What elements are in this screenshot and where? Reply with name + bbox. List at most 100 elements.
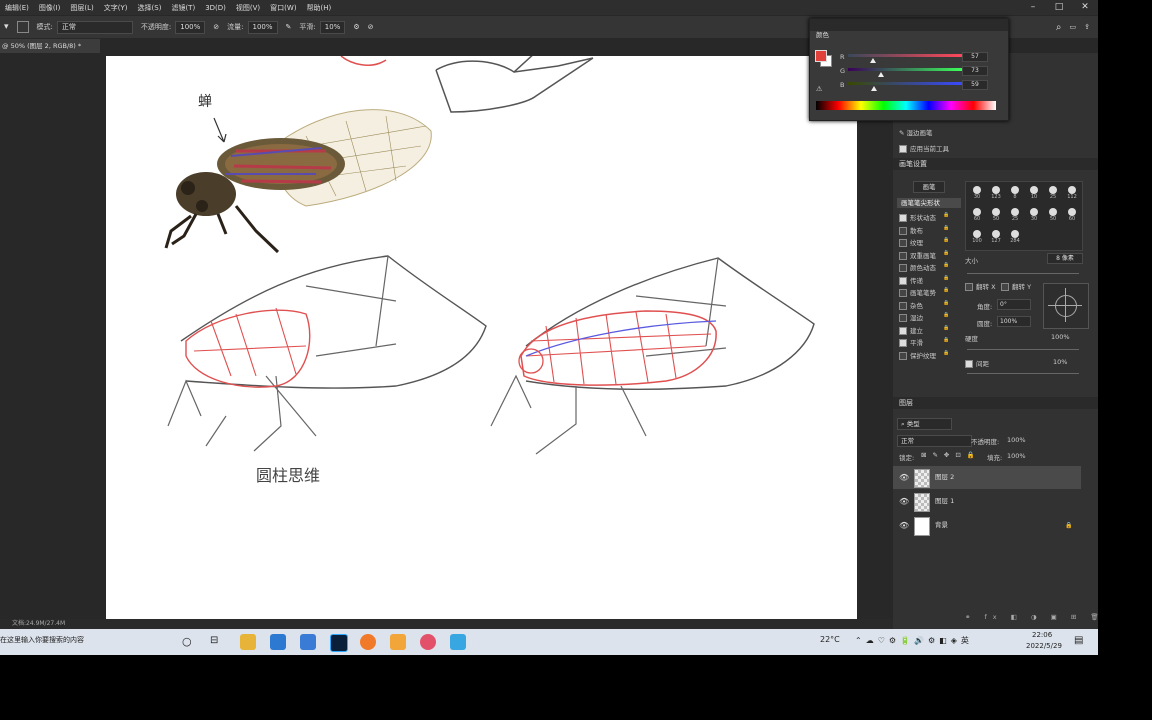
apply-tool-checkbox[interactable] <box>899 145 907 153</box>
lock-icons[interactable]: ⊠✎✥⊡🔒 <box>921 451 981 459</box>
lock-icon[interactable]: 🔒 <box>943 337 949 343</box>
b-slider-knob[interactable] <box>871 86 878 91</box>
brush-option-item[interactable]: 保护纹理 🔒 <box>899 350 961 363</box>
visibility-eye-icon[interactable]: 👁 <box>899 466 909 489</box>
g-value[interactable]: 73 <box>962 66 988 76</box>
brush-tip[interactable]: 112 <box>1063 184 1081 206</box>
brush-option-checkbox[interactable] <box>899 239 907 247</box>
apply-tool-row[interactable]: 应用当前工具 <box>899 143 949 153</box>
brush-tip[interactable]: 123 <box>987 184 1005 206</box>
brush-option-checkbox[interactable] <box>899 339 907 347</box>
brush-option-checkbox[interactable] <box>899 264 907 272</box>
lock-icon[interactable]: 🔒 <box>943 300 949 306</box>
menu-item[interactable]: 文字(Y) <box>99 3 133 13</box>
brush-tip[interactable]: 25 <box>1006 206 1024 228</box>
pressure-opacity-icon[interactable]: ⊘ <box>213 23 219 31</box>
drawing-canvas[interactable]: 蝉 圆柱思维 <box>106 56 857 619</box>
brush-tip[interactable]: 284 <box>1006 228 1024 250</box>
pressure-size-icon[interactable]: ⊘ <box>368 23 374 31</box>
cortana-icon[interactable]: ○ <box>182 635 192 648</box>
brush-tip[interactable]: 60 <box>968 206 986 228</box>
brush-tip[interactable]: 60 <box>1063 206 1081 228</box>
app-blue-icon[interactable] <box>450 634 466 650</box>
brush-option-item[interactable]: 湿边 🔒 <box>899 312 961 325</box>
r-slider[interactable] <box>848 54 962 57</box>
brush-option-item[interactable]: 杂色 🔒 <box>899 300 961 313</box>
maximize-icon[interactable]: □ <box>1046 0 1072 15</box>
visibility-eye-icon[interactable]: 👁 <box>899 514 909 537</box>
menu-item[interactable]: 视图(V) <box>231 3 265 13</box>
lock-icon[interactable]: 🔒 <box>943 237 949 243</box>
menu-item[interactable]: 图层(L) <box>65 3 98 13</box>
workspace-icon[interactable]: ▭ <box>1070 23 1077 31</box>
brush-option-checkbox[interactable] <box>899 326 907 335</box>
menu-item[interactable]: 3D(D) <box>200 4 231 12</box>
brush-tip[interactable]: 30 <box>1025 206 1043 228</box>
search-icon[interactable]: ⌕ <box>1056 22 1062 33</box>
brush-option-item[interactable]: 传递 🔒 <box>899 275 961 288</box>
brush-option-item[interactable]: 颜色动态 🔒 <box>899 262 961 275</box>
app-s-icon[interactable] <box>300 634 316 650</box>
b-value[interactable]: 59 <box>962 80 988 90</box>
layer-opacity-value[interactable]: 100% <box>1007 436 1026 444</box>
brush-tip[interactable]: 10 <box>1025 184 1043 206</box>
angle-value[interactable]: 0° <box>997 299 1031 310</box>
temperature-text[interactable]: 22°C <box>820 635 840 644</box>
flip-y-row[interactable]: 翻转 Y <box>1001 281 1031 291</box>
brush-tip-shape-item[interactable]: 画笔笔尖形状 <box>897 198 961 208</box>
menu-item[interactable]: 窗口(W) <box>265 3 301 13</box>
opacity-select[interactable]: 100% <box>175 20 206 34</box>
brush-option-checkbox[interactable] <box>899 251 907 260</box>
foreground-color-swatch[interactable] <box>815 50 827 62</box>
brush-option-item[interactable]: 双重画笔 🔒 <box>899 250 961 263</box>
brush-option-checkbox[interactable] <box>899 301 907 310</box>
lock-icon[interactable]: 🔒 <box>943 275 949 281</box>
settings-gear-icon[interactable]: ⚙ <box>353 23 359 31</box>
color-spectrum-bar[interactable] <box>816 101 996 110</box>
g-slider[interactable] <box>848 68 962 71</box>
g-slider-knob[interactable] <box>878 72 885 77</box>
brush-presets-button[interactable]: 画笔 <box>913 181 945 193</box>
lock-icon[interactable]: 🔒 <box>943 287 949 293</box>
size-slider[interactable] <box>967 273 1079 274</box>
layer-row[interactable]: 👁 背景 🔒 <box>893 514 1081 537</box>
app-w-icon[interactable] <box>390 634 406 650</box>
brush-option-checkbox[interactable] <box>899 276 907 285</box>
clock-date[interactable]: 2022/5/29 <box>1026 642 1062 650</box>
photoshop-taskbar-icon[interactable] <box>330 634 348 652</box>
brush-option-item[interactable]: 画笔笔势 🔒 <box>899 287 961 300</box>
flip-x-row[interactable]: 翻转 X <box>965 281 996 291</box>
browser-icon[interactable] <box>360 634 376 650</box>
flow-select[interactable]: 100% <box>247 20 278 34</box>
brush-option-checkbox[interactable] <box>899 226 907 235</box>
menu-item[interactable]: 选择(S) <box>133 3 167 13</box>
brush-tip-grid[interactable]: 30 123 8 10 25 112 60 50 25 30 50 60 100 127 284 <box>965 181 1083 251</box>
brush-option-item[interactable]: 散布 🔒 <box>899 225 961 238</box>
layer-actions-icons[interactable]: ⚭ fx ◧ ◑ ▣ ⊞ 🗑 <box>965 613 1098 621</box>
gamut-warning-icon[interactable]: ⚠ <box>816 85 822 93</box>
clock-time[interactable]: 22:06 <box>1032 631 1052 639</box>
lock-icon[interactable]: 🔒 <box>943 212 949 218</box>
blend-mode-select[interactable]: 正常 <box>897 435 972 447</box>
brush-option-checkbox[interactable] <box>899 289 907 297</box>
notification-icon[interactable]: ▤ <box>1074 635 1083 646</box>
menu-item[interactable]: 图像(I) <box>34 3 66 13</box>
store-icon[interactable] <box>270 634 286 650</box>
airbrush-icon[interactable]: ✎ <box>286 23 292 31</box>
menu-item[interactable]: 帮助(H) <box>302 3 337 13</box>
brush-tip[interactable]: 50 <box>1044 206 1062 228</box>
lock-icon[interactable]: 🔒 <box>943 225 949 231</box>
r-value[interactable]: 57 <box>962 52 988 62</box>
lock-icon[interactable]: 🔒 <box>943 350 949 356</box>
brush-tip[interactable]: 50 <box>987 206 1005 228</box>
mode-select[interactable]: 正常 <box>56 20 133 34</box>
brush-tool-icon[interactable]: ▾ <box>4 22 9 32</box>
taskbar-search-input[interactable]: 在这里输入你要搜索的内容 <box>0 635 84 645</box>
brush-preview-icon[interactable] <box>16 21 29 33</box>
brush-tip[interactable]: 8 <box>1006 184 1024 206</box>
brush-option-item[interactable]: 形状动态 🔒 <box>899 212 961 225</box>
angle-preview[interactable] <box>1043 283 1089 329</box>
brush-option-item[interactable]: 纹理 🔒 <box>899 237 961 250</box>
lock-icon[interactable]: 🔒 <box>943 250 949 256</box>
brush-option-checkbox[interactable] <box>899 351 907 360</box>
